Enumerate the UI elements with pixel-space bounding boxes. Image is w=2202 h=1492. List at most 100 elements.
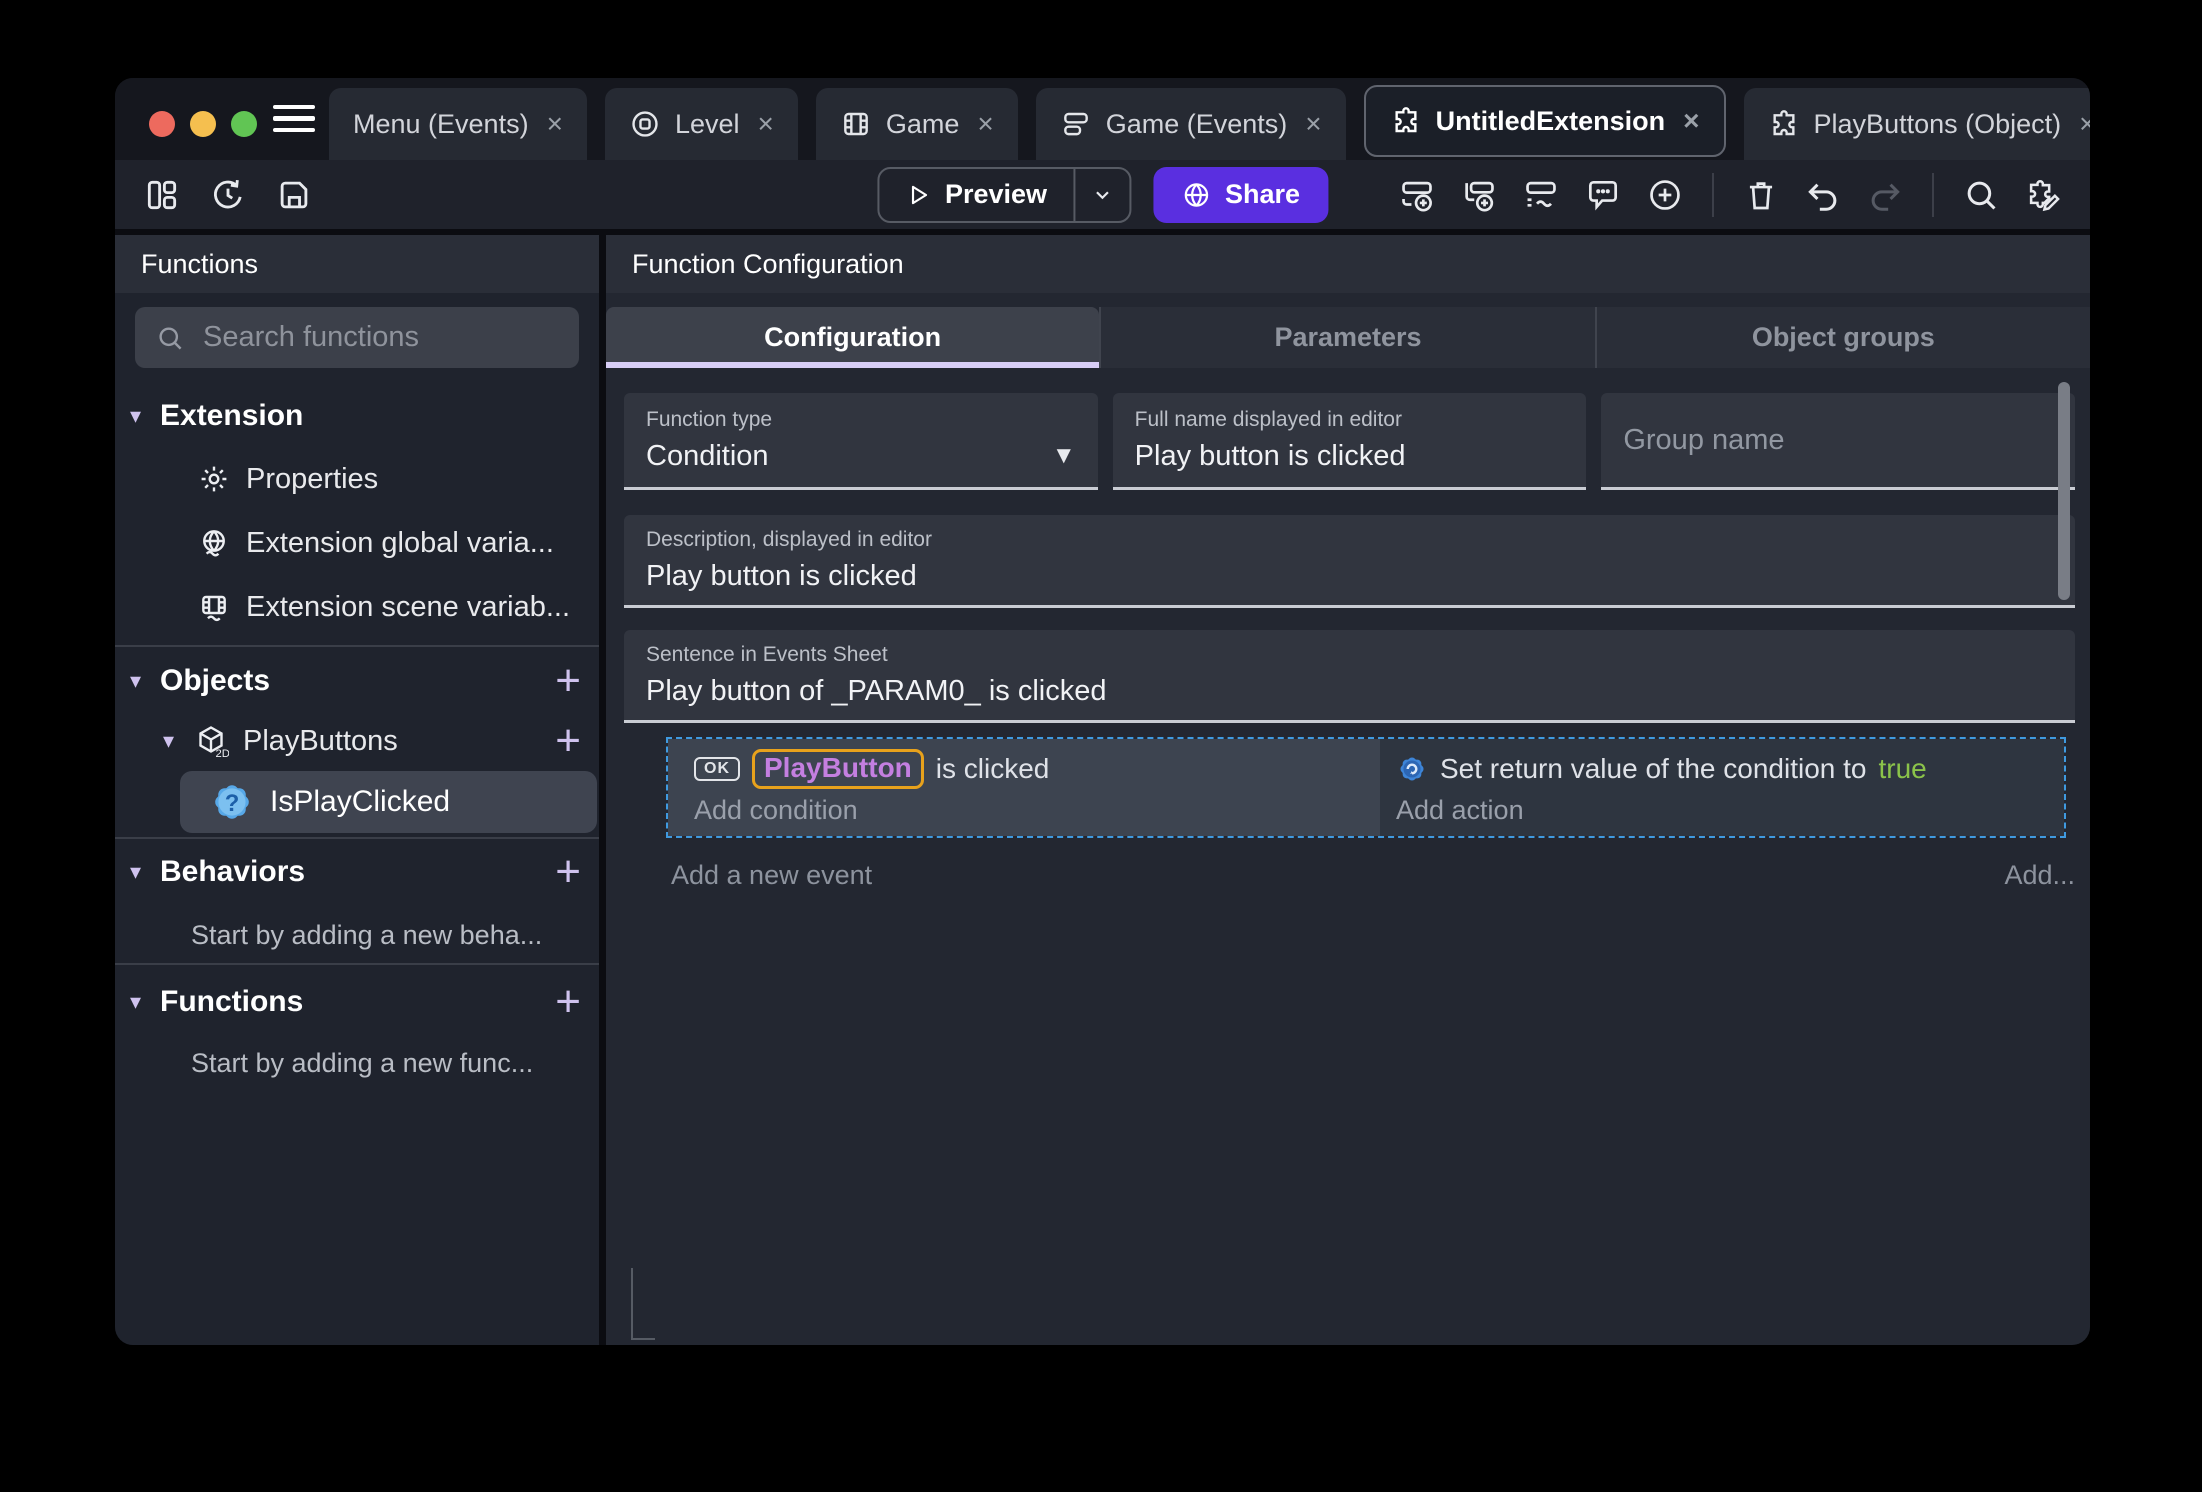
actions-column[interactable]: Set return value of the condition to tru… [1380,739,2064,836]
behaviors-empty-hint: Start by adding a new beha... [115,920,599,950]
globe-variable-icon [203,530,225,557]
tab-label: Parameters [1274,322,1422,352]
delete-icon[interactable] [1742,176,1780,214]
traffic-light-minimize[interactable] [190,111,216,137]
tab-object-groups[interactable]: Object groups [1594,307,2090,368]
description-input[interactable] [646,559,2053,593]
traffic-light-zoom[interactable] [231,111,257,137]
svg-text:2D: 2D [216,748,230,759]
tab-label: Object groups [1751,322,1935,352]
section-label: Extension [160,399,304,432]
close-icon[interactable]: × [2079,108,2090,140]
sidebar-divider [115,963,599,965]
tree-section-behaviors[interactable]: ▾ Behaviors + [115,850,599,894]
main-menu-icon[interactable] [273,104,315,132]
tree-section-objects[interactable]: ▾ Objects + [115,659,599,703]
close-icon[interactable]: × [547,108,563,140]
tree-item-properties[interactable]: Properties [115,460,599,498]
full-name-field[interactable]: Full name displayed in editor [1112,393,1587,490]
edit-extension-icon[interactable] [2024,176,2062,214]
condition-text: is clicked [935,753,1050,784]
preview-options-button[interactable] [1073,168,1129,221]
tab-untitled-extension[interactable]: UntitledExtension × [1363,85,1726,157]
add-event-icon[interactable] [1398,176,1436,214]
search-functions-input[interactable] [203,321,580,354]
add-subevent-icon[interactable] [1460,176,1498,214]
project-manager-icon[interactable] [143,176,181,214]
chevron-down-icon[interactable]: ▾ [130,668,160,694]
return-value-cog-icon [1400,757,1424,781]
add-comment-icon[interactable] [1584,176,1622,214]
chevron-down-icon[interactable]: ▾ [130,989,160,1015]
configuration-tabs: Configuration Parameters Object groups [606,307,2090,368]
sidebar-title-label: Functions [141,248,259,279]
add-other-events-icon[interactable] [1522,176,1560,214]
tree-item-isplayclicked-selected[interactable]: ? IsPlayClicked [180,771,597,833]
share-button[interactable]: Share [1153,166,1329,223]
add-new-event-link[interactable]: Add a new event [671,860,872,891]
add-condition-link[interactable]: Add condition [694,795,1380,826]
history-icon[interactable] [209,176,247,214]
tab-label: Menu (Events) [353,108,529,139]
close-icon[interactable]: × [977,108,993,140]
choose-event-icon[interactable] [1646,176,1684,214]
tab-level[interactable]: Level × [604,88,798,160]
tree-section-extension[interactable]: ▾ Extension [115,398,599,434]
add-object-button[interactable]: + [555,659,581,703]
tree-item-playbuttons[interactable]: ▾ 2D PlayButtons + [115,719,599,763]
tab-configuration[interactable]: Configuration [606,307,1100,368]
search-icon[interactable] [1962,176,2000,214]
tab-game-events[interactable]: Game (Events) × [1035,88,1346,160]
chevron-down-icon[interactable]: ▾ [130,403,160,429]
events-sheet-icon [1063,112,1088,136]
tab-playbuttons-object[interactable]: PlayButtons (Object) × [1743,88,2090,160]
tree-item-label: IsPlayClicked [270,785,451,818]
preview-button-main[interactable]: Preview [879,179,1073,210]
function-type-select[interactable]: Function type Condition ▼ [624,393,1098,490]
preview-button[interactable]: Preview [876,166,1132,223]
description-field[interactable]: Description, displayed in editor [624,515,2075,608]
chevron-down-icon[interactable]: ▾ [163,728,193,754]
field-label: Sentence in Events Sheet [646,642,888,666]
sentence-field[interactable]: Sentence in Events Sheet [624,630,2075,723]
hint-label: Start by adding a new beha... [191,919,543,950]
tab-parameters[interactable]: Parameters [1099,307,1595,368]
tree-section-functions[interactable]: ▾ Functions + [115,980,599,1024]
editor-tabs: Menu (Events) × Level × Game × Game (Eve… [329,85,2090,160]
app-window: Menu (Events) × Level × Game × Game (Eve… [115,78,2090,1345]
vertical-scrollbar[interactable] [2058,382,2070,600]
sentence-input[interactable] [646,674,2053,708]
tree-item-extension-scene-variables[interactable]: Extension scene variab... [115,588,599,626]
add-object-function-button[interactable]: + [555,719,581,763]
add-behavior-button[interactable]: + [555,850,581,894]
add-function-button[interactable]: + [555,980,581,1024]
tree-item-label: PlayButtons [243,724,398,757]
tab-menu-events[interactable]: Menu (Events) × [329,88,587,160]
conditions-column[interactable]: OK PlayButton is clicked Add condition [668,739,1380,836]
hint-label: Start by adding a new func... [191,1047,534,1078]
tab-game[interactable]: Game × [815,88,1018,160]
tree-item-extension-global-variables[interactable]: Extension global varia... [115,524,599,562]
close-icon[interactable]: × [757,108,773,140]
group-name-field[interactable] [1601,393,2076,490]
tab-bar: Menu (Events) × Level × Game × Game (Eve… [115,78,2090,160]
function-configuration-panel: Function Configuration Configuration Par… [606,235,2090,1345]
redo-icon[interactable] [1866,176,1904,214]
functions-tree: ▾ Extension Properties Extension global … [115,368,599,1345]
save-icon[interactable] [275,176,313,214]
undo-icon[interactable] [1804,176,1842,214]
event-row-selected[interactable]: OK PlayButton is clicked Add condition S… [666,737,2066,838]
chevron-down-icon[interactable]: ▾ [130,859,160,885]
full-name-input[interactable] [1134,439,1565,473]
sidebar-title: Functions [115,235,599,293]
object-parameter-chip[interactable]: PlayButton [752,749,924,789]
search-functions-box[interactable] [135,307,580,368]
add-action-link[interactable]: Add action [1396,795,2064,826]
close-icon[interactable]: × [1305,108,1321,140]
add-more-button[interactable]: Add... [2004,860,2075,891]
play-icon [911,185,927,204]
traffic-light-close[interactable] [149,111,175,137]
close-icon[interactable]: × [1683,105,1699,137]
group-name-input[interactable] [1623,423,2054,457]
configuration-form: Function type Condition ▼ Full name disp… [606,368,2090,723]
